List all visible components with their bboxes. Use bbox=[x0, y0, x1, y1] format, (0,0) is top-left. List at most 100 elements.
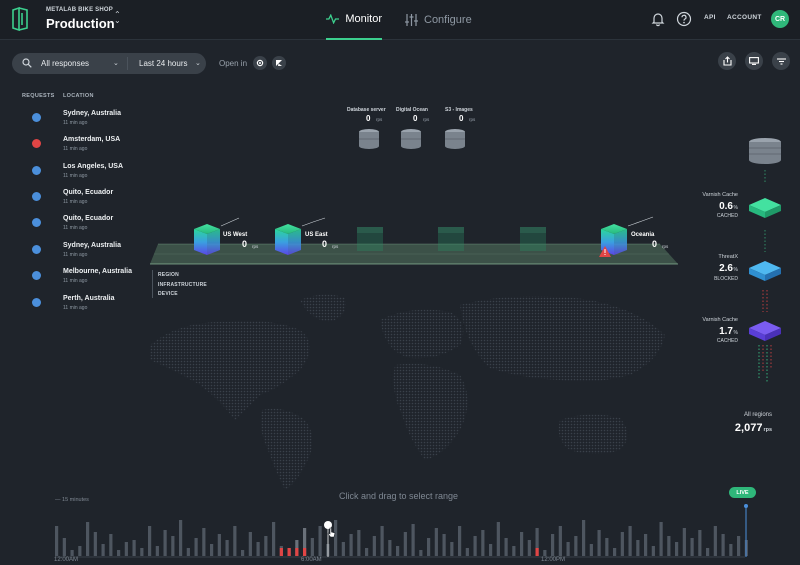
histogram-bar bbox=[109, 534, 113, 556]
layer-status: CACHED bbox=[716, 213, 738, 219]
histogram-bar bbox=[233, 526, 237, 556]
layer-unit: % bbox=[733, 205, 738, 211]
account-link[interactable]: ACCOUNT bbox=[727, 14, 762, 21]
world-map bbox=[150, 294, 665, 490]
histogram-bar bbox=[442, 534, 446, 556]
region-cube-faint bbox=[520, 227, 546, 251]
origin-name: S3 - Images bbox=[445, 107, 473, 113]
share-button[interactable] bbox=[718, 52, 736, 70]
chevron-down-icon[interactable]: ⌄ bbox=[113, 59, 119, 67]
histogram-bar bbox=[310, 538, 314, 556]
histogram-bar bbox=[458, 526, 462, 556]
histogram-bar bbox=[667, 536, 671, 556]
request-time: 11 min ago bbox=[63, 173, 88, 179]
grafana-button[interactable] bbox=[253, 56, 267, 70]
live-badge[interactable]: LIVE bbox=[729, 487, 756, 498]
tab-monitor[interactable]: Monitor bbox=[326, 0, 382, 40]
histogram-bar bbox=[434, 528, 438, 556]
request-row[interactable]: Perth, Australia 11 min ago bbox=[32, 294, 152, 316]
histogram-bar bbox=[644, 534, 648, 556]
request-time: 11 min ago bbox=[63, 305, 88, 311]
request-location: Perth, Australia bbox=[63, 295, 115, 302]
warning-icon bbox=[599, 246, 611, 257]
histogram-bar bbox=[380, 526, 384, 556]
search-icon[interactable] bbox=[22, 58, 32, 68]
filter-icon bbox=[776, 57, 786, 65]
cache-layer-icon bbox=[749, 198, 781, 218]
request-row[interactable]: Sydney, Australia 11 min ago bbox=[32, 241, 152, 263]
request-row[interactable]: Quito, Ecuador 11 min ago bbox=[32, 188, 152, 210]
histogram-bar bbox=[155, 546, 159, 556]
filter-divider bbox=[127, 57, 128, 70]
timeline-chart[interactable] bbox=[55, 520, 748, 556]
histogram-bar bbox=[543, 550, 547, 556]
histogram-bar bbox=[427, 538, 431, 556]
tab-configure-label: Configure bbox=[424, 14, 472, 26]
histogram-bar bbox=[744, 540, 748, 556]
request-location: Amsterdam, USA bbox=[63, 136, 121, 143]
layer-unit: % bbox=[733, 267, 738, 273]
api-link[interactable]: API bbox=[704, 14, 716, 21]
environment-name[interactable]: Production bbox=[46, 16, 115, 31]
environment-switch-icon[interactable]: ⌃ ⌄ bbox=[114, 11, 121, 25]
region-value: 0 bbox=[242, 239, 248, 249]
origin-value: 0 bbox=[366, 114, 371, 123]
origin-name: Digital Ocean bbox=[396, 107, 428, 113]
request-row[interactable]: Amsterdam, USA 11 min ago bbox=[32, 135, 152, 157]
bell-icon[interactable] bbox=[650, 11, 666, 27]
inactive-region-cubes bbox=[357, 227, 546, 251]
fastly-logo-icon[interactable] bbox=[11, 7, 29, 31]
edge-cache-icon bbox=[749, 321, 781, 341]
fullscreen-button[interactable] bbox=[745, 52, 763, 70]
kibana-button[interactable] bbox=[272, 56, 286, 70]
histogram-bar bbox=[78, 546, 82, 556]
status-dot bbox=[32, 298, 41, 307]
origin-stacks[interactable] bbox=[359, 129, 465, 149]
histogram-bar bbox=[210, 544, 214, 556]
request-row[interactable]: Quito, Ecuador 11 min ago bbox=[32, 214, 152, 236]
request-location: Sydney, Australia bbox=[63, 110, 121, 117]
responses-select[interactable]: All responses bbox=[41, 59, 89, 68]
histogram-bar bbox=[651, 546, 655, 556]
location-column-header: LOCATION bbox=[63, 93, 94, 99]
request-row[interactable]: Sydney, Australia 11 min ago bbox=[32, 109, 152, 131]
share-icon bbox=[722, 56, 732, 66]
histogram-bar bbox=[334, 520, 338, 556]
histogram-bar bbox=[558, 526, 562, 556]
region-unit: rps bbox=[662, 244, 669, 249]
origin-unit: rps bbox=[423, 117, 430, 122]
help-icon[interactable] bbox=[676, 11, 692, 27]
region-cube-faint bbox=[357, 227, 383, 251]
histogram-bar bbox=[186, 548, 190, 556]
request-row[interactable]: Los Angeles, USA 11 min ago bbox=[32, 162, 152, 184]
histogram-bar bbox=[93, 532, 97, 556]
histogram-bar bbox=[605, 538, 609, 556]
request-location: Quito, Ecuador bbox=[63, 215, 114, 222]
kibana-icon bbox=[276, 60, 282, 66]
histogram-bar bbox=[713, 526, 717, 556]
request-row[interactable]: Melbourne, Australia 11 min ago bbox=[32, 267, 152, 289]
request-location: Los Angeles, USA bbox=[63, 163, 124, 170]
region-platform bbox=[150, 243, 678, 265]
layer-value: 2.6 bbox=[719, 263, 733, 274]
chevron-down-icon[interactable]: ⌄ bbox=[195, 59, 201, 67]
histogram-bar bbox=[194, 538, 198, 556]
region-unit: rps bbox=[332, 244, 339, 249]
tab-configure[interactable]: Configure bbox=[405, 0, 475, 40]
map-australia bbox=[558, 414, 628, 454]
histogram-bar bbox=[55, 526, 59, 556]
timeframe-select[interactable]: Last 24 hours bbox=[139, 59, 187, 68]
filter-button[interactable] bbox=[772, 52, 790, 70]
request-time: 11 min ago bbox=[63, 199, 88, 205]
histogram-bar bbox=[140, 548, 144, 556]
legend-region: REGION bbox=[158, 272, 179, 278]
origin-value: 0 bbox=[413, 114, 418, 123]
avatar[interactable]: CR bbox=[771, 10, 789, 28]
histogram-bar bbox=[690, 538, 694, 556]
request-time: 11 min ago bbox=[63, 146, 88, 152]
histogram-bar bbox=[613, 548, 617, 556]
filter-bar: All responses ⌄ Last 24 hours ⌄ bbox=[12, 53, 206, 74]
request-location: Melbourne, Australia bbox=[63, 268, 132, 275]
map-north-america bbox=[150, 321, 310, 420]
layer-value: 1.7 bbox=[719, 326, 733, 337]
